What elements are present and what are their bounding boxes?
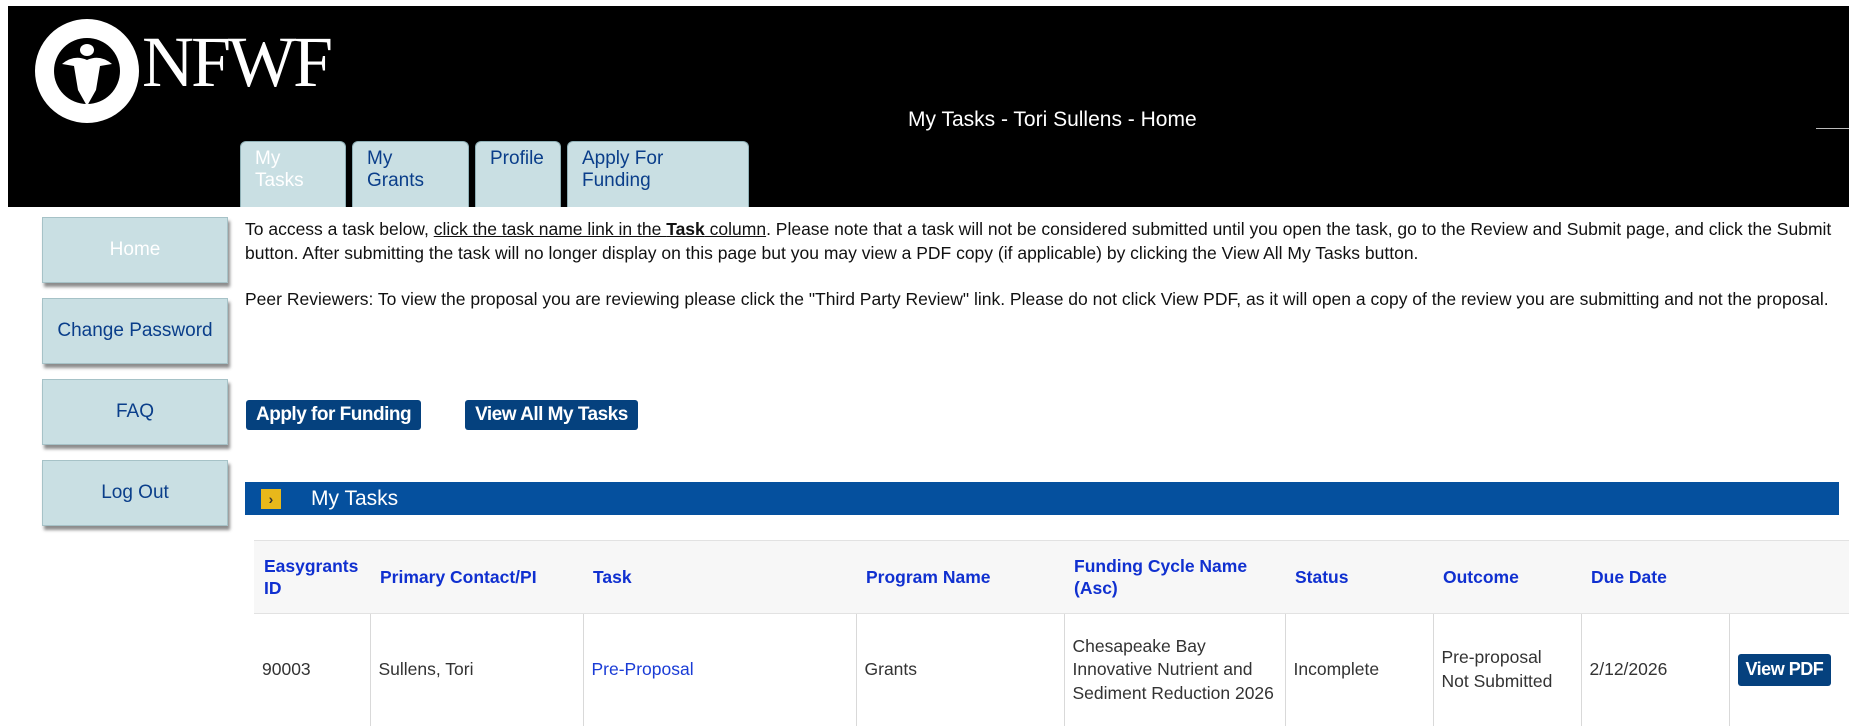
sidebar-item-faq[interactable]: FAQ bbox=[42, 379, 228, 445]
col-actions bbox=[1729, 540, 1849, 614]
cell-id: 90003 bbox=[254, 613, 370, 726]
tasks-table: Easygrants ID Primary Contact/PI Task Pr… bbox=[254, 540, 1849, 726]
col-program-name[interactable]: Program Name bbox=[856, 540, 1064, 614]
tab-my-tasks[interactable]: My Tasks bbox=[240, 141, 346, 207]
sidebar-item-change-password[interactable]: Change Password bbox=[42, 298, 228, 364]
page-header: NFWF My Tasks - Tori Sullens - Home My T… bbox=[0, 0, 1849, 207]
tab-profile[interactable]: Profile bbox=[475, 141, 561, 207]
tab-apply-for-funding[interactable]: Apply For Funding bbox=[567, 141, 749, 207]
main-content: To access a task below, click the task n… bbox=[245, 218, 1849, 312]
table-row: 90003 Sullens, Tori Pre-Proposal Grants … bbox=[254, 613, 1849, 726]
apply-for-funding-button[interactable]: Apply for Funding bbox=[246, 400, 422, 430]
page-heading: My Tasks - Tori Sullens - Home bbox=[908, 108, 1197, 131]
cell-status: Incomplete bbox=[1284, 613, 1433, 726]
cell-program: Grants bbox=[855, 613, 1064, 726]
cell-due-date: 2/12/2026 bbox=[1580, 613, 1729, 726]
task-column-link[interactable]: click the task name link in the Task col… bbox=[434, 219, 766, 239]
task-column-link-text: click the task name link in the bbox=[433, 219, 667, 239]
task-link-pre-proposal[interactable]: Pre-Proposal bbox=[582, 613, 856, 726]
table-header-row: Easygrants ID Primary Contact/PI Task Pr… bbox=[254, 540, 1849, 614]
cell-actions: View PDF bbox=[1728, 613, 1849, 726]
view-all-my-tasks-button[interactable]: View All My Tasks bbox=[465, 400, 638, 430]
view-pdf-button[interactable]: View PDF bbox=[1737, 654, 1832, 686]
sidebar-item-log-out[interactable]: Log Out bbox=[42, 460, 228, 526]
main-tabs: My Tasks My Grants Profile Apply For Fun… bbox=[240, 141, 749, 207]
nfwf-seal-logo bbox=[35, 19, 139, 123]
section-title: My Tasks bbox=[311, 486, 399, 510]
peer-reviewer-note: Peer Reviewers: To view the proposal you… bbox=[245, 289, 1829, 309]
cell-funding-cycle: Chesapeake Bay Innovative Nutrient and S… bbox=[1063, 613, 1285, 726]
cell-contact: Sullens, Tori bbox=[369, 613, 583, 726]
my-tasks-section-header: › My Tasks bbox=[245, 482, 1839, 515]
col-outcome[interactable]: Outcome bbox=[1433, 540, 1581, 614]
cell-outcome: Pre-proposal Not Submitted bbox=[1432, 613, 1581, 726]
col-primary-contact[interactable]: Primary Contact/PI bbox=[370, 540, 583, 614]
task-column-link-suffix: column bbox=[704, 219, 767, 239]
logo-wordmark: NFWF bbox=[142, 22, 333, 102]
col-easygrants-id[interactable]: Easygrants ID bbox=[254, 540, 370, 614]
sidebar-item-home[interactable]: Home bbox=[42, 217, 228, 283]
instructions-paragraph: To access a task below, click the task n… bbox=[245, 218, 1845, 265]
task-column-link-bold: Task bbox=[666, 219, 705, 239]
sidebar: Home Change Password FAQ Log Out bbox=[42, 217, 228, 541]
action-buttons: Apply for Funding View All My Tasks bbox=[246, 400, 638, 430]
col-due-date[interactable]: Due Date bbox=[1581, 540, 1729, 614]
col-funding-cycle-name[interactable]: Funding Cycle Name (Asc) bbox=[1064, 540, 1285, 614]
col-task[interactable]: Task bbox=[583, 540, 856, 614]
col-status[interactable]: Status bbox=[1285, 540, 1433, 614]
tab-my-grants[interactable]: My Grants bbox=[352, 141, 469, 207]
chevron-right-icon[interactable]: › bbox=[261, 488, 281, 509]
header-divider bbox=[1816, 128, 1849, 129]
instructions-text-start: To access a task below, bbox=[245, 219, 434, 239]
